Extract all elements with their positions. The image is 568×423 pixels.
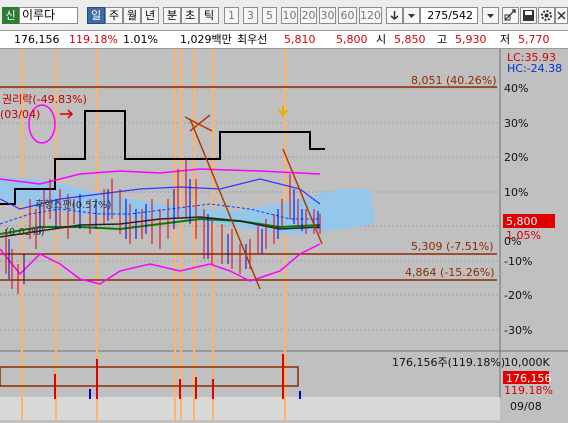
current-price-label: 5,800	[506, 215, 538, 228]
turnover-rate: 1.01%	[123, 33, 158, 46]
close-icon[interactable]	[555, 7, 568, 24]
interval-30-button[interactable]: 30	[319, 7, 336, 24]
dropdown-icon[interactable]	[482, 7, 499, 24]
best-ask-label: 최우선	[237, 33, 268, 46]
best-ask-value: 5,810	[284, 33, 316, 46]
dropdown-icon[interactable]	[403, 7, 420, 24]
current-volume-pct-label: 119.18%	[504, 384, 553, 397]
volume-scale-label: 10,000K	[504, 356, 550, 369]
level-low-label: 4,864 (-15.26%)	[405, 266, 495, 279]
period-minute-tab[interactable]: 분	[163, 7, 181, 24]
low-label: 저	[500, 33, 511, 46]
lagging-span-annotation: 후행스팬(0.57%)	[35, 200, 112, 211]
level-high-label: 8,051 (40.26%)	[411, 74, 497, 87]
volume-value: 176,156	[14, 33, 60, 46]
interval-5-button[interactable]: 5	[262, 7, 277, 24]
interval-1-button[interactable]: 1	[224, 7, 239, 24]
open-value: 5,850	[394, 33, 426, 46]
open-label: 시	[376, 33, 387, 46]
interval-60-button[interactable]: 60	[338, 7, 357, 24]
rights-date-annotation: (03/04)	[0, 108, 41, 121]
crosshair-icon[interactable]	[502, 7, 519, 24]
period-month-tab[interactable]: 월	[123, 7, 141, 24]
save-icon[interactable]	[520, 7, 537, 24]
period-second-tab[interactable]: 초	[181, 7, 199, 24]
hc-label: HC:-24.38	[507, 62, 563, 75]
y-tick-30: 30%	[504, 117, 529, 130]
best-bid-value: 5,800	[336, 33, 368, 46]
lagging-span-annotation2: (0.02%)	[5, 227, 45, 238]
rights-annotation: 권리락(-49.83%)	[2, 93, 87, 106]
down-arrow-icon[interactable]	[386, 7, 403, 24]
page-counter: 275/542	[420, 7, 478, 24]
y-tick-minus10: -10%	[504, 255, 533, 268]
volume-summary-label: 176,156주(119.18%)	[392, 356, 506, 369]
period-day-tab[interactable]: 일	[87, 7, 105, 24]
trade-amount: 1,029백만	[180, 33, 232, 46]
high-value: 5,930	[455, 33, 487, 46]
y-tick-20: 20%	[504, 151, 529, 164]
price-chart[interactable]: LC:35.93 HC:-24.38 권리락(-49.83%) (03/04) …	[0, 49, 568, 420]
market-badge[interactable]: 신	[2, 7, 19, 24]
high-label: 고	[437, 33, 448, 46]
gear-icon[interactable]	[538, 7, 555, 24]
period-year-tab[interactable]: 년	[141, 7, 159, 24]
level-mid-label: 5,309 (-7.51%)	[411, 240, 494, 253]
low-value: 5,770	[518, 33, 550, 46]
chart-toolbar: 신 이루다 일 주 월 년 분 초 틱 1 3 5 10 20 30 60 12…	[0, 0, 568, 31]
period-week-tab[interactable]: 주	[105, 7, 123, 24]
y-tick-minus20: -20%	[504, 289, 533, 302]
stock-name-input[interactable]: 이루다	[19, 7, 78, 24]
date-label: 09/08	[510, 400, 542, 413]
interval-10-button[interactable]: 10	[281, 7, 298, 24]
current-change-label: 1.05%	[506, 229, 541, 242]
period-tick-tab[interactable]: 틱	[199, 7, 219, 24]
y-tick-40: 40%	[504, 82, 529, 95]
interval-20-button[interactable]: 20	[300, 7, 317, 24]
interval-120-button[interactable]: 120	[359, 7, 382, 24]
y-tick-10: 10%	[504, 186, 529, 199]
y-tick-minus30: -30%	[504, 324, 533, 337]
volume-ratio: 119.18%	[69, 33, 118, 46]
quote-info-bar: 176,156 119.18% 1.01% 1,029백만 최우선 5,810 …	[0, 31, 568, 49]
interval-3-button[interactable]: 3	[243, 7, 258, 24]
